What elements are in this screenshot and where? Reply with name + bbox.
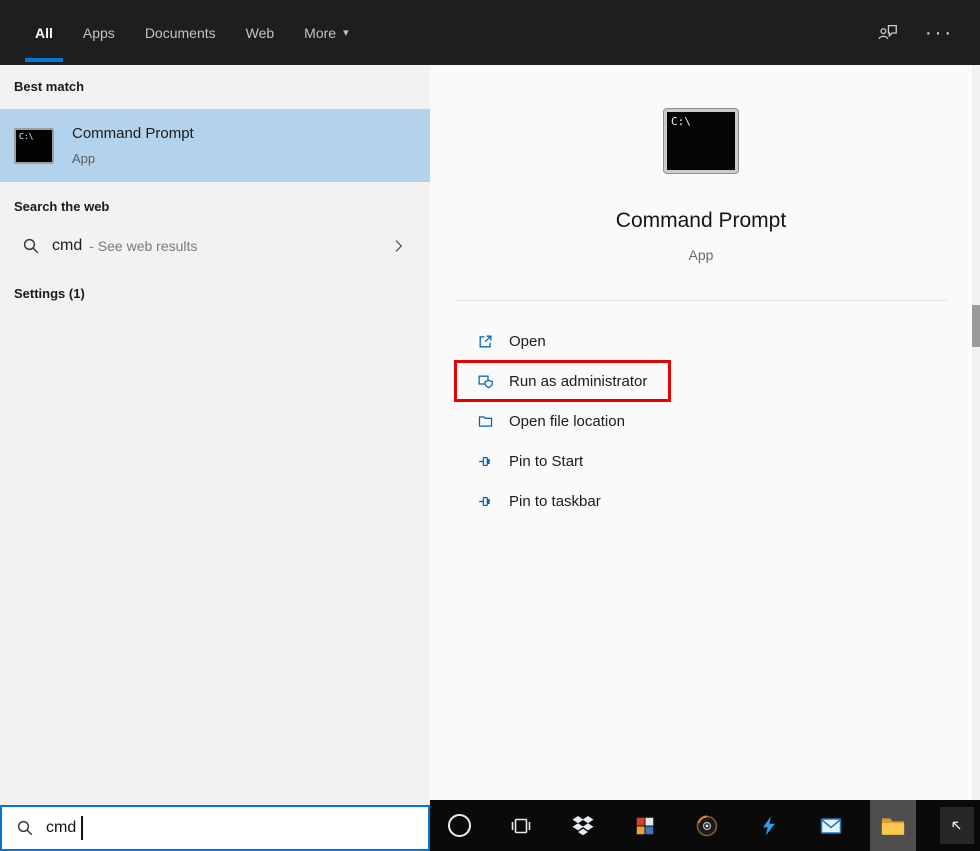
best-match-texts: Command Prompt App: [72, 125, 194, 166]
lens-app-button[interactable]: [684, 800, 730, 851]
search-top-bar: All Apps Documents Web More ▾ ···: [0, 0, 980, 65]
command-prompt-icon-large: C:\: [663, 108, 739, 174]
admin-shield-icon: [477, 373, 494, 390]
web-result-suffix: - See web results: [89, 238, 198, 254]
mail-button[interactable]: [808, 800, 854, 851]
tab-web-label: Web: [245, 24, 275, 41]
context-actions: Open Run as administrator Open file loca…: [454, 321, 671, 521]
tab-apps-label: Apps: [82, 24, 115, 41]
tab-apps[interactable]: Apps: [68, 0, 130, 65]
action-run-as-administrator-label: Run as administrator: [509, 372, 648, 390]
pin-icon: [477, 453, 494, 470]
chevron-right-icon[interactable]: [390, 238, 406, 254]
ellipsis-icon[interactable]: ···: [925, 23, 954, 43]
lightning-app-button[interactable]: [746, 800, 792, 851]
file-explorer-button[interactable]: [870, 800, 916, 851]
action-open[interactable]: Open: [455, 321, 670, 361]
topbar-actions: ···: [877, 0, 980, 65]
cmd-icon-text: C:\: [671, 115, 691, 128]
tab-web[interactable]: Web: [231, 0, 290, 65]
tab-more-label: More: [304, 24, 337, 41]
web-result-query: cmd: [52, 237, 83, 254]
grid-app-icon: [636, 817, 654, 834]
settings-header: Settings (1): [14, 286, 85, 301]
action-open-file-location[interactable]: Open file location: [455, 401, 670, 441]
best-match-result-command-prompt[interactable]: C:\ Command Prompt App: [0, 109, 430, 182]
taskbar-search-box[interactable]: [0, 805, 430, 851]
dropbox-icon: [572, 815, 594, 835]
dropbox-button[interactable]: [560, 800, 606, 851]
file-explorer-icon: [881, 817, 905, 835]
action-open-file-location-label: Open file location: [509, 412, 625, 430]
open-new-window-icon: [477, 333, 494, 350]
cortana-button[interactable]: [436, 800, 482, 851]
tab-more[interactable]: More ▾: [289, 0, 363, 65]
scrollbar-track[interactable]: [972, 65, 980, 800]
action-pin-to-start[interactable]: Pin to Start: [455, 441, 670, 481]
results-panel: Best match C:\ Command Prompt App Search…: [0, 65, 430, 805]
lightning-app-icon: [763, 815, 775, 836]
action-pin-to-start-label: Pin to Start: [509, 452, 584, 470]
command-prompt-icon: C:\: [14, 127, 54, 164]
chevron-down-icon: ▾: [343, 27, 349, 39]
preview-app-title: Command Prompt: [615, 209, 787, 232]
web-result-row[interactable]: cmd - See web results: [0, 223, 430, 269]
tray-expand-icon: [952, 821, 961, 829]
best-match-header: Best match: [14, 79, 85, 94]
preview-panel: C:\ Command Prompt App Open Run as admin…: [430, 65, 972, 800]
action-pin-to-taskbar[interactable]: Pin to taskbar: [455, 481, 670, 521]
divider: [455, 300, 947, 301]
filter-tabs: All Apps Documents Web More ▾: [20, 0, 364, 65]
best-match-subtitle: App: [72, 151, 96, 166]
tray-expand-button[interactable]: [940, 807, 974, 844]
action-open-label: Open: [509, 332, 546, 350]
grid-app-button[interactable]: [622, 800, 668, 851]
search-icon: [16, 819, 34, 837]
mail-icon: [820, 817, 842, 834]
tab-all-label: All: [35, 24, 53, 41]
search-input[interactable]: [46, 819, 376, 837]
cmd-icon-text: C:\: [19, 131, 34, 141]
action-pin-to-taskbar-label: Pin to taskbar: [509, 492, 601, 510]
task-view-button[interactable]: [498, 800, 544, 851]
lens-app-icon: [696, 815, 718, 836]
tab-all[interactable]: All: [20, 0, 68, 65]
preview-app-subtitle: App: [688, 247, 714, 263]
action-run-as-administrator[interactable]: Run as administrator: [454, 360, 671, 402]
task-view-icon: [511, 818, 531, 833]
search-icon: [22, 237, 40, 255]
tab-documents[interactable]: Documents: [130, 0, 231, 65]
search-web-header: Search the web: [14, 199, 110, 214]
feedback-icon[interactable]: [877, 22, 899, 44]
best-match-title: Command Prompt: [72, 125, 194, 142]
pin-icon: [477, 493, 494, 510]
text-caret: [81, 816, 83, 840]
folder-location-icon: [477, 413, 494, 430]
tab-documents-label: Documents: [144, 24, 216, 41]
cortana-icon: [447, 814, 471, 837]
taskbar: [430, 800, 980, 851]
scrollbar-thumb[interactable]: [972, 305, 980, 347]
